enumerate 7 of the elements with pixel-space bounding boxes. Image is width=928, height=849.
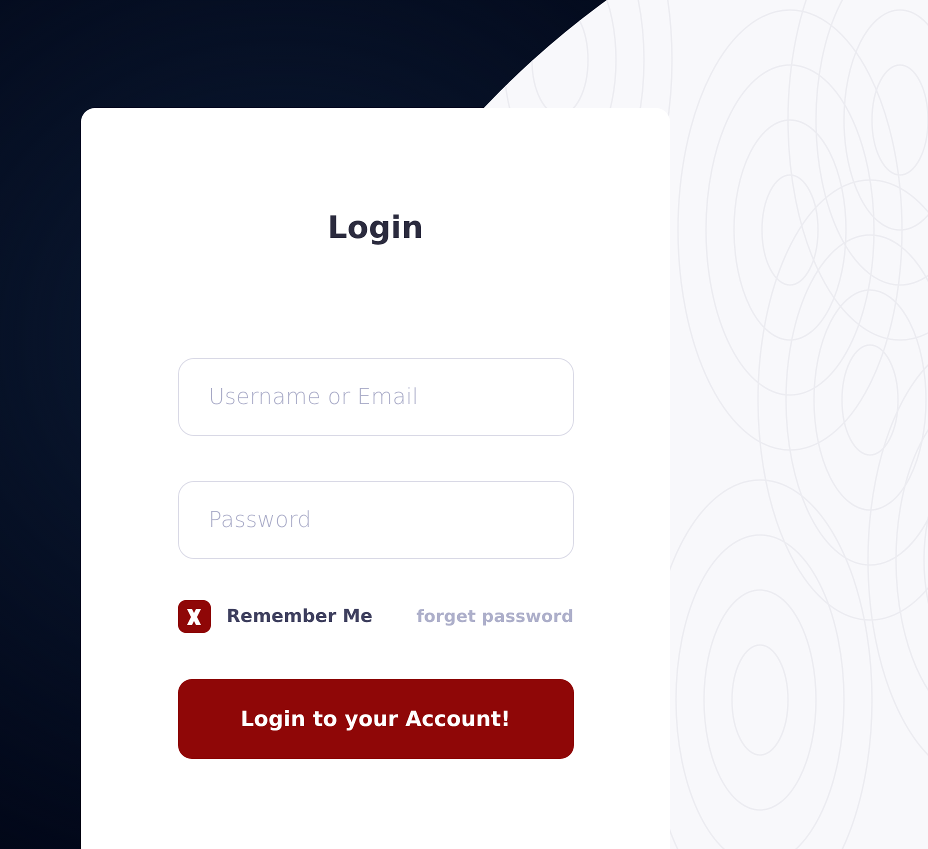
checkbox[interactable] bbox=[178, 600, 210, 633]
input-field[interactable]: Username or Email bbox=[178, 358, 574, 436]
cross-icon bbox=[186, 608, 202, 626]
remember-label: Remember Me bbox=[226, 606, 373, 627]
input-field[interactable]: Password bbox=[178, 481, 574, 559]
login-title: Login bbox=[328, 209, 424, 248]
login-button[interactable]: Login to your Account! bbox=[178, 679, 574, 759]
